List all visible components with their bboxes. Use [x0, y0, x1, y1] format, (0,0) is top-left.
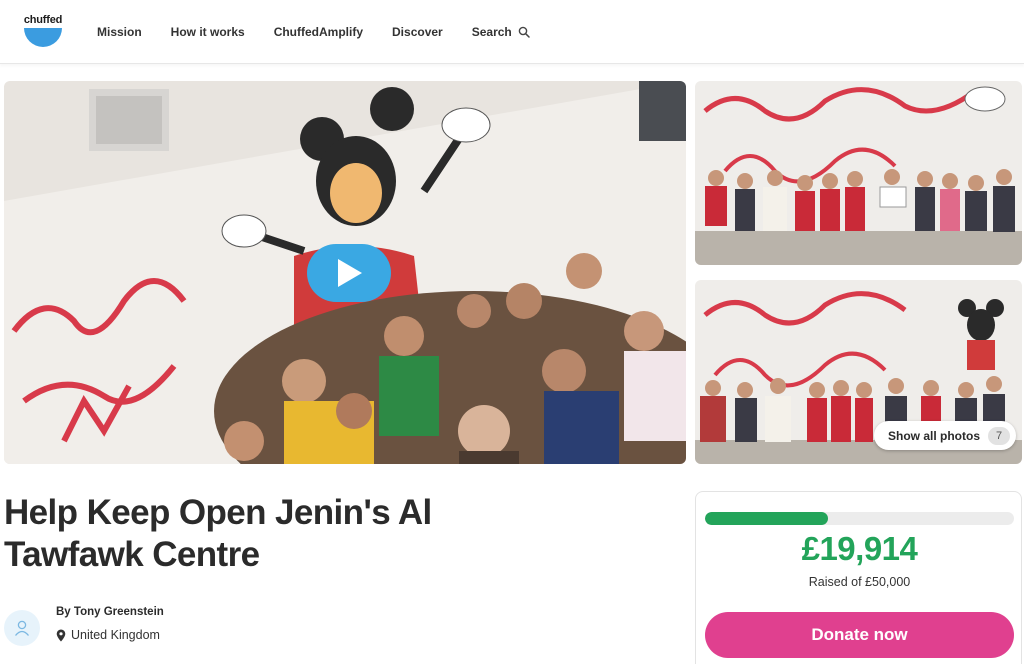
search-icon [518, 26, 530, 38]
organizer-name[interactable]: By Tony Greenstein [56, 606, 164, 618]
donate-now-button[interactable]: Donate now [705, 612, 1014, 658]
chuffed-logo[interactable]: chuffed [23, 14, 63, 50]
raised-of-goal: Raised of £50,000 [808, 575, 911, 589]
nav-chuffed-amplify-label: ChuffedAmplify [273, 25, 364, 39]
user-icon [14, 620, 30, 636]
nav-mission-label: Mission [97, 25, 142, 39]
nav-search-label: Search [471, 25, 512, 39]
thumbnail-photo-1 [695, 81, 1022, 265]
map-pin-icon [56, 629, 66, 641]
organizer-location: United Kingdom [56, 628, 160, 642]
play-video-button[interactable] [307, 244, 391, 302]
top-navigation-bar: chuffed Mission How it works ChuffedAmpl… [0, 0, 1024, 64]
gallery-photo-1[interactable] [695, 81, 1022, 265]
nav-mission[interactable]: Mission [97, 25, 142, 39]
donation-card: £19,914 Raised of £50,000 Donate now [695, 491, 1022, 664]
logo-text: chuffed [23, 14, 63, 26]
show-all-photos-label: Show all photos [888, 428, 980, 443]
nav-how-it-works[interactable]: How it works [171, 25, 245, 39]
play-icon [338, 259, 362, 287]
raised-amount: £19,914 [801, 530, 918, 567]
logo-bowl-shape [24, 28, 62, 47]
photo-count-badge: 7 [988, 426, 1010, 445]
nav-how-it-works-label: How it works [170, 25, 245, 39]
campaign-video[interactable] [4, 81, 686, 464]
nav-search[interactable]: Search [472, 25, 530, 39]
nav-chuffed-amplify[interactable]: ChuffedAmplify [274, 25, 363, 39]
location-label: United Kingdom [71, 628, 160, 642]
progress-fill [705, 512, 828, 525]
fundraising-progress-bar [705, 512, 1014, 525]
nav-discover-label: Discover [392, 25, 443, 39]
gallery-photo-2[interactable]: Show all photos 7 [695, 280, 1022, 464]
show-all-photos-button[interactable]: Show all photos 7 [874, 421, 1016, 450]
nav-discover[interactable]: Discover [392, 25, 443, 39]
avatar[interactable] [4, 610, 40, 646]
campaign-title: Help Keep Open Jenin's Al Tawfawk Centre [4, 493, 432, 574]
main-nav: Mission How it works ChuffedAmplify Disc… [97, 0, 559, 64]
